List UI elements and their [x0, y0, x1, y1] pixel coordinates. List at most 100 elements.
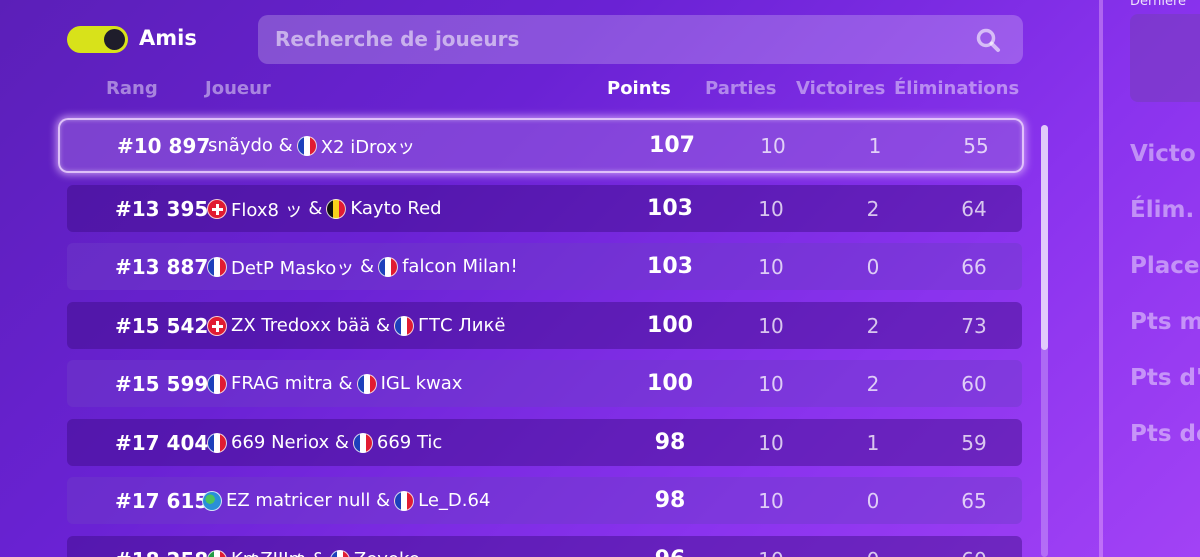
rank: #13 395	[115, 196, 209, 221]
games: 10	[758, 313, 784, 338]
scrollbar-thumb[interactable]	[1041, 125, 1048, 350]
leaderboard-row[interactable]: #13 887 DetP Maskoッ & falcon Milan! 103 …	[67, 243, 1022, 290]
rank: #17 404	[115, 430, 209, 455]
rank: #17 615	[115, 488, 209, 513]
friends-label: Amis	[139, 26, 197, 50]
leaderboard-row[interactable]: #13 395 Flox8 ッ & Kayto Red 103 10 2 64	[67, 185, 1022, 232]
search-placeholder: Recherche de joueurs	[275, 27, 520, 51]
points: 103	[647, 254, 693, 279]
column-header-eliminations[interactable]: Éliminations	[894, 78, 1019, 99]
wins: 0	[866, 488, 880, 513]
wins: 2	[866, 196, 880, 221]
player-name: IGL kwax	[380, 373, 463, 394]
player-name: FRAG mitra	[231, 373, 333, 394]
side-stat-label: Élim.	[1130, 197, 1195, 223]
flag-icon-france	[393, 315, 414, 336]
flag-icon-france	[207, 432, 227, 453]
leaderboard-row[interactable]: #15 542 ZX Tredoxx bää & ГТС Ликё 100 10…	[67, 302, 1022, 349]
flag-icon-france	[207, 256, 227, 277]
leaderboard-row[interactable]: #10 897 snãydo & X2 iDroxッ 107 10 1 55	[58, 118, 1024, 173]
search-icon[interactable]	[975, 27, 1001, 53]
points: 98	[654, 488, 686, 513]
points: 100	[647, 371, 693, 396]
leaderboard-row[interactable]: #15 599 FRAG mitra & IGL kwax 100 10 2 6…	[67, 360, 1022, 407]
team-players: DetP Maskoッ & falcon Milan!	[203, 243, 518, 290]
column-header-rank[interactable]: Rang	[106, 78, 158, 99]
team-players: EZ matricer null & Le_D.64	[198, 477, 490, 524]
points: 107	[649, 133, 695, 158]
panel-divider	[1099, 0, 1103, 557]
eliminations: 73	[961, 313, 987, 338]
points: 96	[630, 536, 710, 557]
side-stat-label: Pts de	[1130, 421, 1200, 447]
player-name: Flox8 ッ	[231, 199, 303, 221]
side-stat-label: Victo	[1130, 141, 1196, 167]
eliminations: 55	[963, 133, 989, 158]
player-name: Zeyoke	[354, 549, 420, 557]
flag-icon-italy	[207, 549, 227, 557]
wins: 1	[866, 430, 880, 455]
games: 10	[758, 430, 784, 455]
flag-icon-switzerland	[207, 315, 227, 336]
side-panel-card[interactable]	[1130, 14, 1200, 102]
player-name: ГТС Ликё	[417, 315, 506, 336]
column-header-player[interactable]: Joueur	[205, 78, 271, 99]
wins: 0	[833, 536, 913, 557]
flag-icon-switzerland	[207, 198, 227, 219]
points: 100	[647, 313, 693, 338]
leaderboard-row[interactable]: #18 258 K₥ZIII₥ & Zeyoke 96 10 0 60	[67, 536, 1022, 557]
games: 10	[758, 488, 784, 513]
wins: 2	[866, 313, 880, 338]
leaderboard-row[interactable]: #17 615 EZ matricer null & Le_D.64 98 10…	[67, 477, 1022, 524]
games: 10	[731, 536, 811, 557]
side-stat-label: Place	[1130, 253, 1200, 279]
column-header-wins[interactable]: Victoires	[796, 78, 885, 99]
flag-icon-france	[207, 373, 227, 394]
player-name: ZX Tredoxx bää	[231, 315, 371, 336]
side-panel-header: Dernière	[1130, 0, 1187, 9]
games: 10	[758, 254, 784, 279]
player-name: X2 iDroxッ	[320, 136, 416, 158]
rank: #15 599	[115, 371, 209, 396]
eliminations: 64	[961, 196, 987, 221]
player-search-input[interactable]: Recherche de joueurs	[258, 15, 1023, 64]
eliminations: 59	[961, 430, 987, 455]
wins: 2	[866, 371, 880, 396]
team-players: snãydo & X2 iDroxッ	[208, 120, 415, 171]
games: 10	[758, 371, 784, 396]
eliminations: 65	[961, 488, 987, 513]
column-header-games[interactable]: Parties	[705, 78, 776, 99]
flag-icon-france	[378, 256, 399, 277]
scrollbar[interactable]	[1041, 125, 1048, 557]
player-name: EZ matricer null	[226, 490, 371, 511]
points: 103	[647, 196, 693, 221]
leaderboard-row[interactable]: #17 404 669 Neriox & 669 Tic 98 10 1 59	[67, 419, 1022, 466]
eliminations: 60	[934, 536, 1014, 557]
side-stat-label: Pts d'	[1130, 365, 1200, 391]
flag-icon-france	[356, 373, 377, 394]
player-name: falcon Milan!	[402, 256, 518, 277]
flag-icon-france	[394, 490, 415, 511]
player-name: 669 Tic	[376, 432, 443, 453]
points: 98	[654, 430, 686, 455]
wins: 0	[866, 254, 880, 279]
toggle-knob	[104, 29, 125, 50]
flag-icon-france	[296, 135, 317, 156]
column-header-points[interactable]: Points	[607, 78, 671, 99]
flag-icon-france	[329, 549, 350, 557]
side-stat-label: Pts m	[1130, 309, 1200, 335]
flag-icon-france	[352, 432, 373, 453]
eliminations: 66	[961, 254, 987, 279]
team-players: Flox8 ッ & Kayto Red	[203, 185, 442, 232]
rank: #18 258	[115, 536, 208, 557]
games: 10	[758, 196, 784, 221]
flag-icon-belgium	[326, 198, 347, 219]
wins: 1	[868, 133, 882, 158]
team-players: ZX Tredoxx bää & ГТС Ликё	[203, 302, 505, 349]
player-name: K₥ZIII₥	[231, 549, 306, 557]
team-players: 669 Neriox & 669 Tic	[203, 419, 442, 466]
friends-toggle[interactable]	[67, 26, 128, 53]
games: 10	[760, 133, 786, 158]
rank: #10 897	[117, 133, 211, 158]
player-name: 669 Neriox	[231, 432, 330, 453]
